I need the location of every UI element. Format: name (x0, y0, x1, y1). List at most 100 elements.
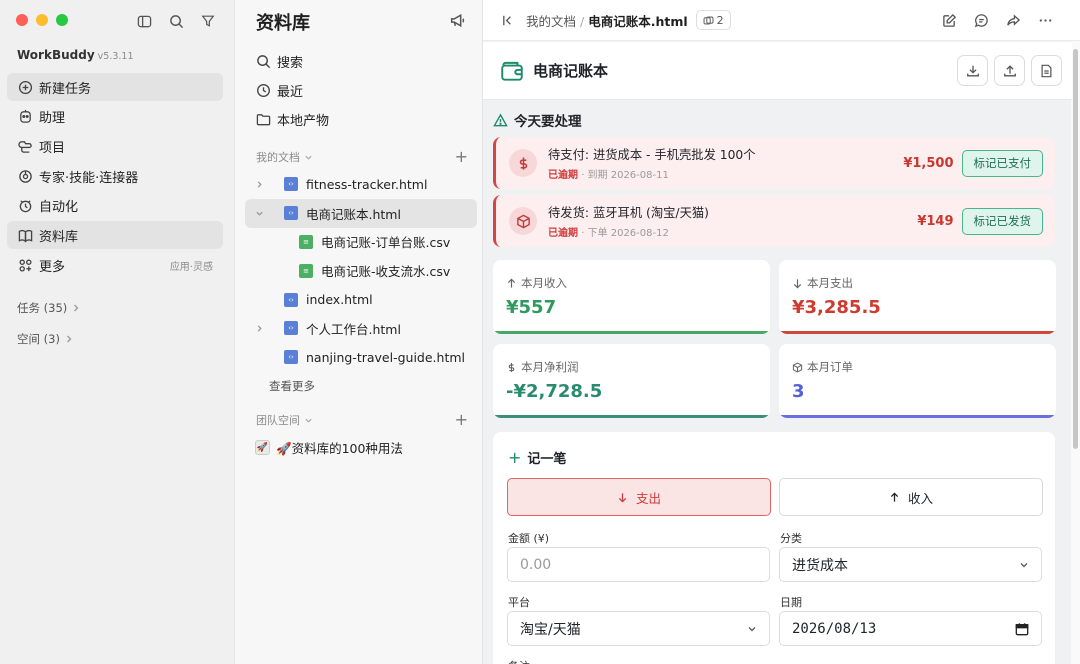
edit-icon[interactable] (940, 11, 958, 29)
income-toggle-button[interactable]: 收入 (779, 478, 1043, 516)
collapse-panel-icon[interactable] (501, 13, 516, 28)
csv-file-icon: ≡ (299, 263, 313, 278)
more-icon[interactable] (1036, 11, 1054, 29)
app-header-actions (957, 55, 1062, 86)
document-button[interactable] (1031, 55, 1062, 86)
sidebar-item-experts[interactable]: 专家·技能·连接器 (7, 162, 223, 190)
todo-item-payment: 待支付: 进货成本 - 手机壳批发 100个 已逾期 · 到期 2026-08-… (493, 137, 1055, 189)
add-doc-icon[interactable]: + (455, 149, 468, 165)
project-icon (17, 138, 33, 154)
file-item-active[interactable]: ‹› 电商记账本.html (245, 198, 477, 228)
form-title-text: 记一笔 (527, 452, 567, 467)
chevron-right-icon[interactable] (255, 180, 264, 189)
todo-amount: ¥1,500 (903, 155, 954, 171)
stat-label: 本月订单 (792, 359, 853, 375)
my-docs-header[interactable]: 我的文档 + (256, 149, 468, 165)
share-icon[interactable] (1004, 11, 1022, 29)
dollar-icon (506, 362, 517, 373)
stat-card-expense: 本月支出 ¥3,285.5 (779, 260, 1056, 334)
sidebar-toggle-icon[interactable] (134, 11, 154, 31)
sidebar-nav: 新建任务 助理 项目 专家·技能·连接器 自动化 资料库 更多 应用·灵感 (7, 73, 223, 281)
todo-meta: 已逾期 · 下单 2026-08-12 (548, 224, 709, 239)
sidebar-item-assistant[interactable]: 助理 (7, 103, 223, 131)
sidebar-group-tasks[interactable]: 任务 (35) (17, 300, 81, 316)
chevron-down-icon (304, 416, 313, 425)
breadcrumb-parent[interactable]: 我的文档 (526, 14, 576, 29)
expert-icon (17, 168, 33, 184)
date-value: 2026/08/13 (792, 620, 877, 637)
stat-value: -¥2,728.5 (506, 381, 603, 402)
download-button[interactable] (957, 55, 988, 86)
library-nav-search[interactable]: 搜索 (255, 47, 329, 76)
todo-amount: ¥149 (917, 213, 954, 229)
sidebar-item-automation[interactable]: 自动化 (7, 192, 223, 220)
new-task-icon (17, 79, 33, 95)
more-extra-label[interactable]: 应用·灵感 (170, 258, 213, 273)
file-item[interactable]: ‹› index.html (245, 285, 477, 314)
todo-title: 待发货: 蓝牙耳机 (淘宝/天猫) (548, 206, 709, 220)
file-name: 个人工作台.html (306, 321, 401, 337)
expense-toggle-button[interactable]: 支出 (507, 478, 771, 516)
file-item[interactable]: ‹› 个人工作台.html (245, 314, 477, 343)
calendar-icon[interactable] (1015, 622, 1029, 636)
file-item[interactable]: ‹› nanjing-travel-guide.html (245, 343, 477, 372)
close-window-button[interactable] (16, 14, 28, 26)
add-team-doc-icon[interactable]: + (455, 412, 468, 428)
category-select[interactable]: 进货成本 (779, 547, 1042, 582)
library-nav: 搜索 最近 本地产物 (255, 47, 329, 134)
sidebar-item-label: 更多 (39, 259, 66, 275)
stat-value: ¥557 (506, 297, 557, 318)
document-topbar: 我的文档 / 电商记账本.html 2 (483, 0, 1080, 41)
upload-button[interactable] (994, 55, 1025, 86)
package-icon (509, 207, 537, 235)
sidebar-item-new-task[interactable]: 新建任务 (7, 73, 223, 101)
arrow-up-icon (889, 491, 900, 503)
warning-icon (493, 112, 508, 128)
sidebar-group-spaces[interactable]: 空间 (3) (17, 331, 74, 347)
stat-label-text: 本月收入 (521, 276, 567, 290)
chevron-right-icon[interactable] (255, 324, 264, 333)
maximize-window-button[interactable] (56, 14, 68, 26)
package-icon (792, 361, 803, 373)
team-doc-item[interactable]: 🚀 🚀资料库的100种用法 (255, 438, 403, 457)
linked-count-badge[interactable]: 2 (695, 10, 731, 30)
income-label: 收入 (907, 490, 933, 506)
chevron-down-icon[interactable] (255, 209, 264, 218)
upload-icon (1003, 64, 1017, 78)
app-title: 电商记账本 (533, 62, 609, 80)
ledger-app: 电商记账本 今天要处理 待支付: 进货成本 - 手机壳批发 100个 已逾期 ·… (483, 42, 1072, 664)
library-nav-recent[interactable]: 最近 (255, 76, 329, 105)
amount-input[interactable]: 0.00 (507, 547, 770, 582)
library-nav-local[interactable]: 本地产物 (255, 105, 329, 134)
date-input[interactable]: 2026/08/13 (779, 611, 1042, 646)
today-section-title: 今天要处理 (493, 110, 582, 130)
html-file-icon: ‹› (284, 350, 298, 365)
see-more-link[interactable]: 查看更多 (269, 378, 315, 394)
todo-text: 待支付: 进货成本 - 手机壳批发 100个 已逾期 · 到期 2026-08-… (548, 145, 756, 181)
sidebar-item-library[interactable]: 资料库 (7, 221, 223, 250)
arrow-down-icon (617, 492, 628, 503)
file-name: nanjing-travel-guide.html (306, 349, 465, 365)
file-item[interactable]: ≡ 电商记账-收支流水.csv (245, 256, 477, 285)
minimize-window-button[interactable] (36, 14, 48, 26)
amount-label: 金额 (¥) (508, 532, 550, 545)
sidebar-item-project[interactable]: 项目 (7, 132, 223, 160)
mark-paid-button[interactable]: 标记已支付 (961, 149, 1043, 177)
file-item[interactable]: ≡ 电商记账-订单台账.csv (245, 228, 477, 257)
note-label: 备注 (508, 658, 530, 664)
team-space-header[interactable]: 团队空间 + (256, 412, 468, 428)
main-area: 我的文档 / 电商记账本.html 2 电商记账本 今天要处理 待支付: 进货成… (482, 0, 1080, 664)
file-item[interactable]: ‹› fitness-tracker.html (245, 170, 477, 199)
content-scrollbar[interactable] (1071, 41, 1080, 664)
stat-accent-bar (779, 415, 1056, 418)
filter-icon[interactable] (198, 11, 218, 31)
mark-shipped-button[interactable]: 标记已发货 (961, 207, 1043, 235)
comment-icon[interactable] (972, 11, 990, 29)
breadcrumb-separator: / (580, 13, 585, 29)
file-name: 电商记账-订单台账.csv (321, 235, 451, 251)
sidebar-item-more[interactable]: 更多 应用·灵感 (7, 251, 223, 279)
search-icon[interactable] (166, 11, 186, 31)
megaphone-icon[interactable] (449, 12, 466, 29)
platform-select[interactable]: 淘宝/天猫 (507, 611, 770, 646)
scrollbar-thumb[interactable] (1073, 49, 1078, 449)
